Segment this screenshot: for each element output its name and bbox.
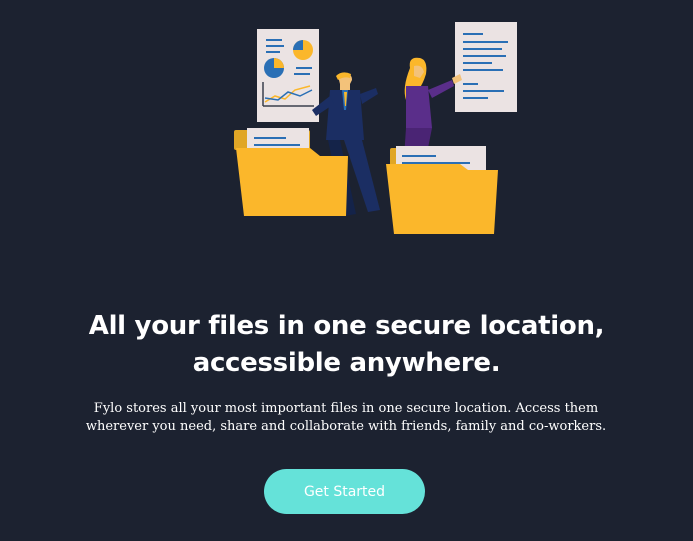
headline-line-2: accessible anywhere.: [192, 348, 501, 378]
chart-document-icon: [257, 29, 319, 122]
headline-line-1: All your files in one secure location,: [88, 311, 605, 341]
intro-illustration-icon: [234, 22, 517, 234]
hero-headline: All your files in one secure location, a…: [0, 308, 693, 382]
woman-figure-icon: [404, 57, 462, 158]
get-started-button[interactable]: Get Started: [264, 469, 425, 514]
hero-description: Fylo stores all your most important file…: [85, 401, 607, 434]
list-document-icon: [455, 22, 517, 112]
folder-right-icon: [386, 146, 498, 234]
